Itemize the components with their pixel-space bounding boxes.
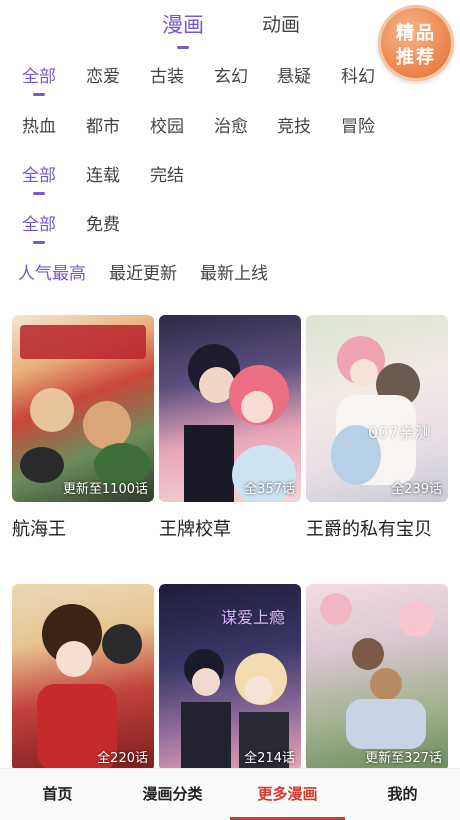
filter-status-all[interactable]: 全部 — [22, 161, 56, 195]
tab-manga-label: 漫画 — [162, 13, 204, 37]
cover-art-illustration — [184, 344, 296, 502]
status-filter-row: 全部 连载 完结 — [0, 161, 460, 201]
comic-title: 王爵的私有宝贝 — [306, 519, 432, 540]
filter-genre-action[interactable]: 热血 — [22, 112, 56, 137]
sort-popular[interactable]: 人气最高 — [18, 259, 86, 284]
filter-genre-adventure[interactable]: 冒险 — [341, 112, 375, 137]
filter-price-free[interactable]: 免费 — [86, 210, 120, 235]
nav-more-manga[interactable]: 更多漫画 — [230, 769, 345, 820]
filter-active-indicator — [33, 241, 45, 244]
filter-genre-all[interactable]: 全部 — [22, 62, 56, 96]
filter-genre-scifi[interactable]: 科幻 — [341, 62, 375, 87]
filter-genre-campus[interactable]: 校园 — [150, 112, 184, 137]
tab-active-indicator — [177, 46, 189, 49]
bottom-nav: 首页 漫画分类 更多漫画 我的 — [0, 768, 460, 820]
comic-episode-badge: 全220话 — [97, 751, 148, 766]
cover-art-illustration — [320, 593, 434, 749]
nav-label: 首页 — [42, 785, 73, 803]
cover-caption: 007亲测 — [368, 423, 431, 442]
comic-title: 航海王 — [12, 519, 66, 540]
filter-genre-fantasy[interactable]: 玄幻 — [214, 62, 248, 87]
filter-genre-healing[interactable]: 治愈 — [214, 112, 248, 137]
cover-art-illustration — [20, 325, 150, 487]
tab-anime-label: 动画 — [262, 14, 301, 36]
cover-caption: 谋爱上瘾 — [221, 608, 286, 627]
nav-label: 更多漫画 — [257, 785, 318, 803]
sort-row: 人气最高 最近更新 最新上线 — [0, 259, 460, 299]
sort-recent-update[interactable]: 最近更新 — [109, 259, 177, 284]
filter-label: 全部 — [22, 67, 56, 87]
filter-genre-urban[interactable]: 都市 — [86, 112, 120, 137]
tab-anime[interactable]: 动画 — [262, 10, 300, 37]
comic-episode-badge: 更新至327话 — [365, 751, 442, 766]
nav-categories[interactable]: 漫画分类 — [115, 769, 230, 820]
filter-genre-costume[interactable]: 古装 — [150, 62, 184, 87]
tab-manga[interactable]: 漫画 — [162, 9, 204, 49]
price-filter-row: 全部 免费 — [0, 210, 460, 250]
filter-label: 全部 — [22, 215, 56, 235]
cover-art-illustration — [331, 336, 420, 485]
nav-profile[interactable]: 我的 — [345, 769, 460, 820]
comic-title: 王牌校草 — [159, 519, 231, 540]
comic-cover: 谋爱上瘾 全214话 — [159, 584, 301, 771]
comic-episode-badge: 全214话 — [244, 751, 295, 766]
filter-price-all[interactable]: 全部 — [22, 210, 56, 244]
filter-status-completed[interactable]: 完结 — [150, 161, 184, 186]
genre-filter-row-2: 热血 都市 校园 治愈 竞技 冒险 — [0, 112, 460, 152]
comic-cover: 全220话 — [12, 584, 154, 771]
filter-active-indicator — [33, 93, 45, 96]
sort-newest[interactable]: 最新上线 — [200, 259, 268, 284]
comic-cover: 全357话 — [159, 315, 301, 502]
filter-label: 全部 — [22, 166, 56, 186]
comic-episode-badge: 全357话 — [244, 482, 295, 497]
comic-cover: 007亲测 全239话 — [306, 315, 448, 502]
filter-genre-sports[interactable]: 竞技 — [277, 112, 311, 137]
nav-label: 我的 — [387, 785, 418, 803]
filter-genre-mystery[interactable]: 悬疑 — [277, 62, 311, 87]
comic-cover: 更新至327话 — [306, 584, 448, 771]
promo-line1: 精品 — [396, 23, 436, 44]
nav-label: 漫画分类 — [142, 785, 203, 803]
filter-genre-romance[interactable]: 恋爱 — [86, 62, 120, 87]
comic-cover: 更新至1100话 — [12, 315, 154, 502]
comic-episode-badge: 全239话 — [391, 482, 442, 497]
filter-status-ongoing[interactable]: 连载 — [86, 161, 120, 186]
nav-home[interactable]: 首页 — [0, 769, 115, 820]
filter-active-indicator — [33, 192, 45, 195]
genre-filter-row-1: 全部 恋爱 古装 玄幻 悬疑 科幻 — [0, 62, 460, 102]
cover-art-illustration — [37, 604, 142, 771]
comic-episode-badge: 更新至1100话 — [62, 482, 148, 497]
